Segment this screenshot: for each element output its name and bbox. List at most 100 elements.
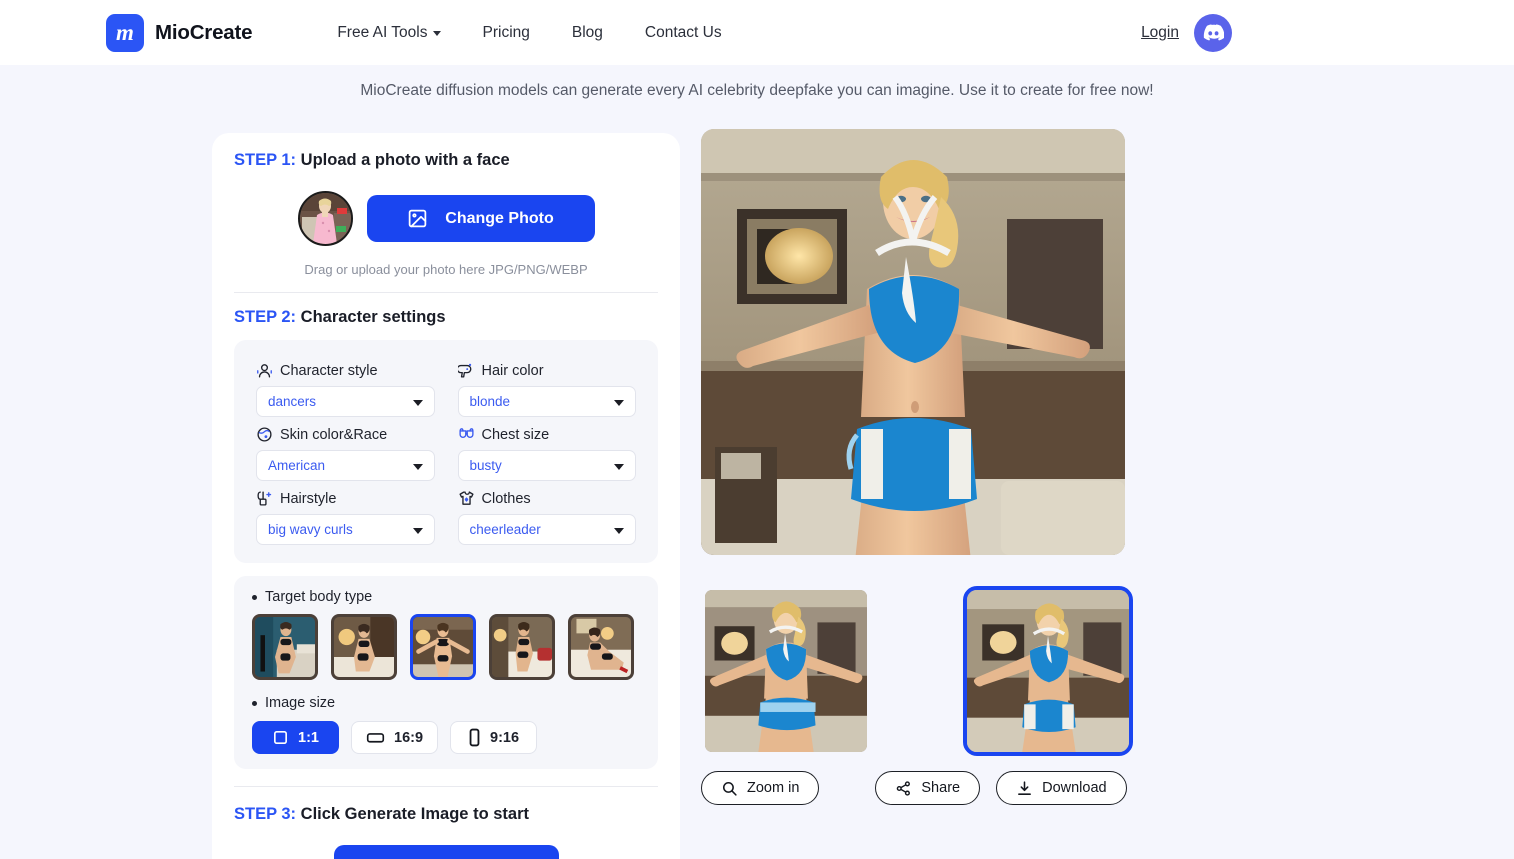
tshirt-icon [458,490,475,507]
header-actions: Login [1141,13,1232,52]
image-size-options: 1:1 16:9 9:16 [252,721,640,754]
bullet-icon [252,700,257,706]
upload-hint: Drag or upload your photo here JPG/PNG/W… [304,262,588,277]
change-photo-button[interactable]: Change Photo [366,195,595,242]
select-skin-color-race[interactable]: American [256,450,435,481]
image-upload-icon [407,208,428,229]
chevron-down-icon [614,399,624,406]
field-label-text: Chest size [481,426,550,443]
field-label-hair-color: Hair color [457,362,637,379]
generate-image-button[interactable]: Generate Image [333,845,559,859]
settings-card: STEP 1: Upload a photo with a face Chang… [212,133,680,859]
download-button[interactable]: Download [996,771,1127,805]
portrait-icon [468,728,481,747]
generated-image-preview[interactable] [701,129,1125,555]
action-label: Zoom in [747,780,800,796]
body-type-5[interactable] [568,614,634,680]
magnifier-icon [721,780,738,797]
image-size-9-16[interactable]: 9:16 [450,721,538,754]
hero-subtitle: MioCreate diffusion models can generate … [360,82,1154,99]
select-value: big wavy curls [268,522,353,537]
select-hair-color[interactable]: blonde [457,386,636,417]
image-size-16-9[interactable]: 16:9 [351,721,439,754]
size-label: 1:1 [298,729,319,746]
field-clothes: Clothes cheerleader [457,481,637,545]
image-size-label: Image size [252,695,640,711]
nav-item-pricing[interactable]: Pricing [483,24,530,42]
download-icon [1016,780,1033,797]
field-label-chest-size: Chest size [458,426,637,443]
uploaded-face-thumbnail[interactable] [297,191,353,246]
step1-label: STEP 1: [234,151,297,169]
hair-dryer-icon [457,362,475,379]
nav-item-contact-us[interactable]: Contact Us [645,24,722,42]
main-nav: Free AI Tools Pricing Blog Contact Us [337,24,721,42]
brand-logo-group[interactable]: m MioCreate [106,13,253,52]
result-actions: Zoom in Share Download [701,771,1127,805]
login-link[interactable]: Login [1141,24,1179,42]
select-value: dancers [268,394,317,409]
square-icon [272,729,289,746]
chevron-down-icon [614,463,624,470]
miocreate-logo-icon: m [106,13,144,52]
select-character-style[interactable]: dancers [256,386,435,417]
zoom-in-button[interactable]: Zoom in [701,771,820,805]
field-label-text: Clothes [481,490,531,507]
person-icon [256,362,273,379]
target-body-type-label: Target body type [252,589,640,605]
upload-row: Change Photo [234,191,658,246]
select-value: blonde [469,394,511,409]
label-text: Target body type [265,589,373,605]
step1-title: STEP 1: Upload a photo with a face [234,151,658,170]
field-label-clothes: Clothes [458,490,637,507]
discord-icon[interactable] [1194,13,1232,52]
nav-item-free-ai-tools[interactable]: Free AI Tools [337,24,441,42]
mirror-icon [256,490,273,507]
body-and-size-panel: Target body type Image size 1:1 16:9 9:1… [234,576,658,769]
step2-title: STEP 2: Character settings [234,308,658,327]
bra-icon [458,426,475,443]
step2-label: STEP 2: [234,308,297,326]
image-size-1-1[interactable]: 1:1 [252,721,339,754]
chevron-down-icon [412,527,423,534]
generate-row: Generate Image [234,845,658,859]
action-label: Share [921,780,961,796]
size-label: 16:9 [394,729,424,746]
label-text: Image size [265,695,336,711]
select-clothes[interactable]: cheerleader [457,514,636,545]
body-type-2[interactable] [331,614,397,680]
select-value: busty [469,458,502,473]
chevron-down-icon [412,463,423,470]
result-thumbnail-2[interactable] [963,586,1133,756]
step1-text: Upload a photo with a face [300,151,510,169]
share-icon [895,780,912,797]
field-label-hairstyle: Hairstyle [256,490,435,507]
field-label-text: Skin color&Race [280,426,388,443]
step3-text: Click Generate Image to start [300,805,529,823]
select-chest-size[interactable]: busty [457,450,636,481]
page-root: m MioCreate Free AI Tools Pricing Blog C… [0,0,1514,859]
change-photo-label: Change Photo [445,209,554,227]
select-hairstyle[interactable]: big wavy curls [256,514,435,545]
field-label-character-style: Character style [256,362,435,379]
brand-name: MioCreate [155,20,253,44]
step2-text: Character settings [300,308,446,326]
size-label: 9:16 [490,729,520,746]
field-hair-color: Hair color blonde [457,353,637,417]
chevron-down-icon [432,31,441,36]
body-type-1[interactable] [252,614,318,680]
landscape-icon [366,729,385,746]
action-label: Download [1042,780,1107,796]
body-type-4[interactable] [489,614,555,680]
chevron-down-icon [614,527,624,534]
site-header: m MioCreate Free AI Tools Pricing Blog C… [0,0,1514,65]
body-type-options [252,614,640,680]
nav-item-blog[interactable]: Blog [572,24,603,42]
field-hairstyle: Hairstyle big wavy curls [256,481,435,545]
share-button[interactable]: Share [875,771,981,805]
field-label-text: Hairstyle [280,490,337,507]
result-thumbnail-1[interactable] [701,586,871,756]
result-thumbnail-list [701,586,1133,756]
body-type-3[interactable] [410,614,476,680]
field-skin-color-race: Skin color&Race American [256,417,435,481]
